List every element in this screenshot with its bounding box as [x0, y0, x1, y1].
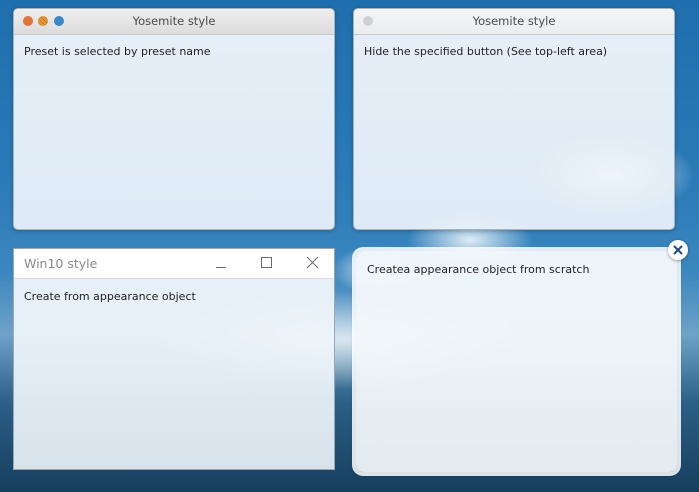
window-body-text: Preset is selected by preset name — [24, 45, 211, 58]
close-button[interactable] — [290, 249, 334, 278]
close-icon — [673, 245, 683, 255]
window-body-text: Createa appearance object from scratch — [367, 263, 590, 276]
scratch-window[interactable]: Createa appearance object from scratch — [356, 251, 677, 472]
title-bar[interactable]: Win10 style — [14, 249, 334, 279]
window-title: Win10 style — [24, 256, 98, 271]
window-title: Yosemite style — [472, 14, 556, 28]
close-button[interactable] — [668, 240, 688, 260]
title-bar[interactable]: Yosemite style — [354, 9, 674, 35]
desktop: Yosemite style Preset is selected by pre… — [0, 0, 699, 492]
win10-window[interactable]: Win10 style Create from appearance objec… — [13, 248, 335, 470]
maximize-button[interactable] — [244, 249, 290, 278]
window-title: Yosemite style — [132, 14, 216, 28]
minimize-button[interactable] — [198, 249, 244, 278]
yosemite-window-hidden-buttons[interactable]: Yosemite style Hide the specified button… — [353, 8, 675, 230]
window-body-text: Create from appearance object — [24, 290, 196, 303]
title-bar[interactable]: Yosemite style — [14, 9, 334, 35]
maximize-icon — [261, 257, 272, 268]
yosemite-window-preset[interactable]: Yosemite style Preset is selected by pre… — [13, 8, 335, 230]
window-body-text: Hide the specified button (See top-left … — [364, 45, 608, 58]
close-icon — [306, 256, 319, 269]
minimize-icon — [216, 267, 226, 268]
